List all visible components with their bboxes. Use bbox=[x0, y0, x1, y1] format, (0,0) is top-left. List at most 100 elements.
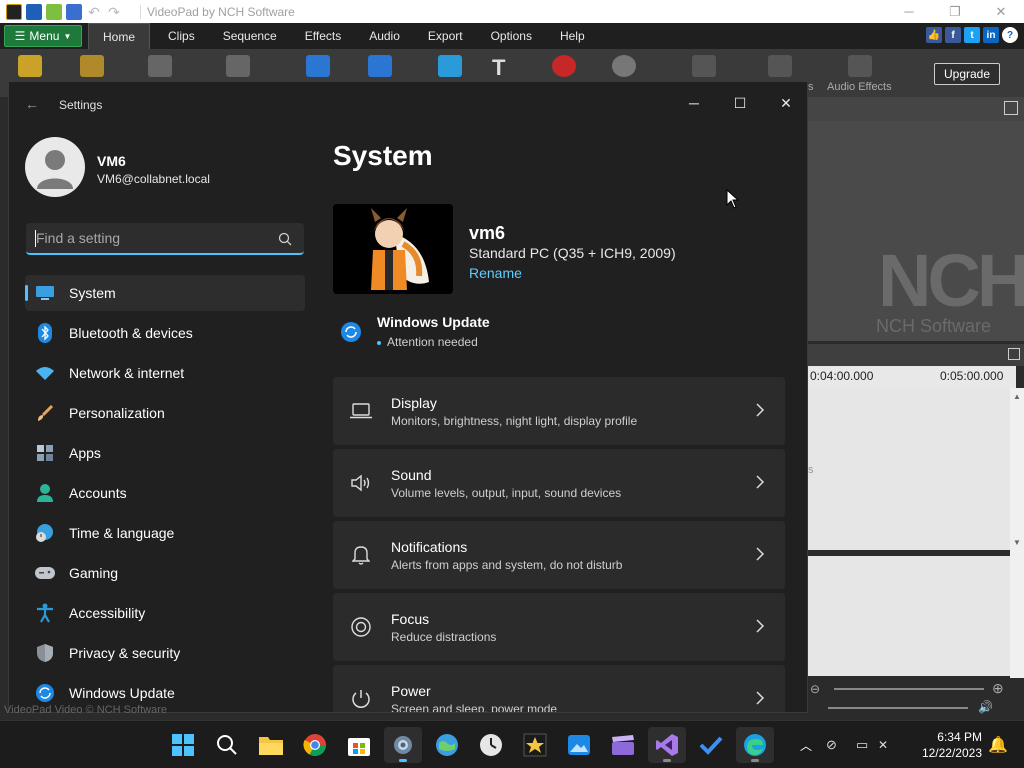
wifi-icon bbox=[35, 363, 55, 383]
audio-effects-label[interactable]: Audio Effects bbox=[827, 81, 892, 93]
add-overlay-icon[interactable] bbox=[368, 55, 392, 77]
vp-restore-button[interactable]: ❐ bbox=[932, 0, 978, 23]
start-button[interactable] bbox=[164, 727, 202, 763]
avatar[interactable] bbox=[25, 137, 85, 197]
redo-icon[interactable]: ↷ bbox=[106, 4, 122, 20]
taskbar-videopad[interactable] bbox=[516, 727, 554, 763]
timeline-ruler[interactable]: 0:04:00.000 0:05:00.000 bbox=[808, 366, 1016, 388]
add-blank-icon[interactable] bbox=[438, 55, 462, 77]
scroll-down-icon[interactable]: ▼ bbox=[1013, 538, 1021, 547]
taskbar-visual-studio[interactable] bbox=[648, 727, 686, 763]
undock-timeline-icon[interactable] bbox=[1008, 348, 1020, 360]
transition-icon[interactable] bbox=[768, 55, 792, 77]
maximize-button[interactable]: ☐ bbox=[717, 88, 763, 118]
nav-item-apps[interactable]: Apps bbox=[25, 435, 305, 471]
search-input[interactable] bbox=[36, 230, 266, 246]
save-project-icon[interactable] bbox=[66, 3, 82, 20]
tab-export[interactable]: Export bbox=[414, 23, 477, 49]
rename-link[interactable]: Rename bbox=[469, 265, 522, 281]
show-hidden-icons-chevron-icon[interactable]: ︿ bbox=[796, 737, 816, 754]
tab-home[interactable]: Home bbox=[88, 23, 151, 49]
open-project-icon[interactable] bbox=[46, 3, 62, 20]
volume-icon[interactable]: 🔊 bbox=[978, 700, 993, 714]
taskbar-store[interactable] bbox=[340, 727, 378, 763]
taskbar-search[interactable] bbox=[208, 727, 246, 763]
card-display[interactable]: Display Monitors, brightness, night ligh… bbox=[333, 377, 785, 445]
audio-track[interactable] bbox=[808, 556, 1016, 676]
zoom-in-icon[interactable]: ⊕ bbox=[992, 680, 1004, 697]
menu-button[interactable]: ☰ Menu ▼ bbox=[4, 25, 82, 47]
nav-item-bluetooth[interactable]: Bluetooth & devices bbox=[25, 315, 305, 351]
timeline-scrollbar[interactable]: ▲ ▼ bbox=[1010, 388, 1024, 678]
tab-sequence[interactable]: Sequence bbox=[209, 23, 291, 49]
new-project-icon[interactable] bbox=[26, 3, 42, 20]
card-sound[interactable]: Sound Volume levels, output, input, soun… bbox=[333, 449, 785, 517]
twitter-icon[interactable]: t bbox=[964, 27, 980, 43]
nav-item-privacy[interactable]: Privacy & security bbox=[25, 635, 305, 671]
minimize-button[interactable]: ─ bbox=[671, 88, 717, 118]
nav-item-system[interactable]: System bbox=[25, 275, 305, 311]
nav-item-accounts[interactable]: Accounts bbox=[25, 475, 305, 511]
add-file-icon[interactable] bbox=[18, 55, 42, 77]
back-arrow-icon[interactable]: ← bbox=[25, 96, 39, 112]
nav-item-accessibility[interactable]: Accessibility bbox=[25, 595, 305, 631]
search-icon[interactable] bbox=[278, 232, 292, 246]
windows-update-icon[interactable] bbox=[340, 321, 362, 343]
undo-icon[interactable]: ↶ bbox=[86, 4, 102, 20]
volume-muted-icon[interactable]: ✕ bbox=[878, 738, 894, 752]
tab-options[interactable]: Options bbox=[477, 23, 546, 49]
search-box[interactable] bbox=[26, 223, 304, 255]
taskbar-photos[interactable] bbox=[560, 727, 598, 763]
scroll-up-icon[interactable]: ▲ bbox=[1013, 392, 1021, 401]
taskbar-globe-app[interactable] bbox=[428, 727, 466, 763]
facebook-icon[interactable]: f bbox=[945, 27, 961, 43]
nav-item-time-language[interactable]: Time & language bbox=[25, 515, 305, 551]
upgrade-button[interactable]: Upgrade bbox=[934, 63, 1000, 85]
taskbar-clock-app[interactable] bbox=[472, 727, 510, 763]
record-icon[interactable] bbox=[552, 55, 576, 77]
narrate-icon[interactable] bbox=[612, 55, 636, 77]
linkedin-icon[interactable]: in bbox=[983, 27, 999, 43]
taskbar-file-explorer[interactable] bbox=[252, 727, 290, 763]
clip-tools-icon[interactable] bbox=[226, 55, 250, 77]
add-media-icon[interactable] bbox=[306, 55, 330, 77]
taskbar-clock[interactable]: 6:34 PM 12/22/2023 bbox=[900, 729, 982, 761]
taskbar-chrome[interactable] bbox=[296, 727, 334, 763]
zoom-slider[interactable] bbox=[834, 688, 984, 690]
video-effects-icon[interactable] bbox=[692, 55, 716, 77]
video-track[interactable]: s bbox=[808, 388, 1016, 550]
vp-close-button[interactable]: ✕ bbox=[978, 0, 1024, 23]
thumbs-up-icon[interactable]: 👍 bbox=[926, 27, 942, 43]
volume-slider[interactable] bbox=[828, 707, 968, 709]
help-icon[interactable]: ? bbox=[1002, 27, 1018, 43]
videopad-title: VideoPad by NCH Software bbox=[140, 4, 295, 19]
device-wallpaper-thumbnail[interactable] bbox=[333, 204, 453, 294]
network-status-icon[interactable]: ⊘ bbox=[826, 737, 848, 753]
audio-effects-icon[interactable] bbox=[848, 55, 872, 77]
nav-item-personalization[interactable]: Personalization bbox=[25, 395, 305, 431]
taskbar-todo[interactable] bbox=[692, 727, 730, 763]
card-title: Sound bbox=[391, 467, 432, 483]
tab-effects[interactable]: Effects bbox=[291, 23, 355, 49]
taskbar-edge[interactable] bbox=[736, 727, 774, 763]
tab-help[interactable]: Help bbox=[546, 23, 599, 49]
tab-clips[interactable]: Clips bbox=[154, 23, 209, 49]
taskbar-clapper[interactable] bbox=[604, 727, 642, 763]
nav-item-gaming[interactable]: Gaming bbox=[25, 555, 305, 591]
close-button[interactable]: ✕ bbox=[763, 88, 807, 118]
card-focus[interactable]: Focus Reduce distractions bbox=[333, 593, 785, 661]
nav-item-network[interactable]: Network & internet bbox=[25, 355, 305, 391]
display-cast-icon[interactable]: ▭ bbox=[856, 737, 878, 753]
notification-bell-icon[interactable]: 🔔 bbox=[988, 735, 1008, 755]
taskbar-settings[interactable] bbox=[384, 727, 422, 763]
card-notifications[interactable]: Notifications Alerts from apps and syste… bbox=[333, 521, 785, 589]
vp-minimize-button[interactable]: ─ bbox=[886, 0, 932, 23]
text-icon[interactable]: T bbox=[492, 55, 516, 80]
save-icon[interactable] bbox=[148, 55, 172, 77]
zoom-out-icon[interactable]: ⊖ bbox=[810, 682, 820, 696]
tab-audio[interactable]: Audio bbox=[355, 23, 414, 49]
windows-update-title[interactable]: Windows Update bbox=[377, 314, 490, 330]
add-folder-icon[interactable] bbox=[80, 55, 104, 77]
card-power[interactable]: Power Screen and sleep, power mode bbox=[333, 665, 785, 712]
undock-icon[interactable] bbox=[1004, 101, 1018, 115]
